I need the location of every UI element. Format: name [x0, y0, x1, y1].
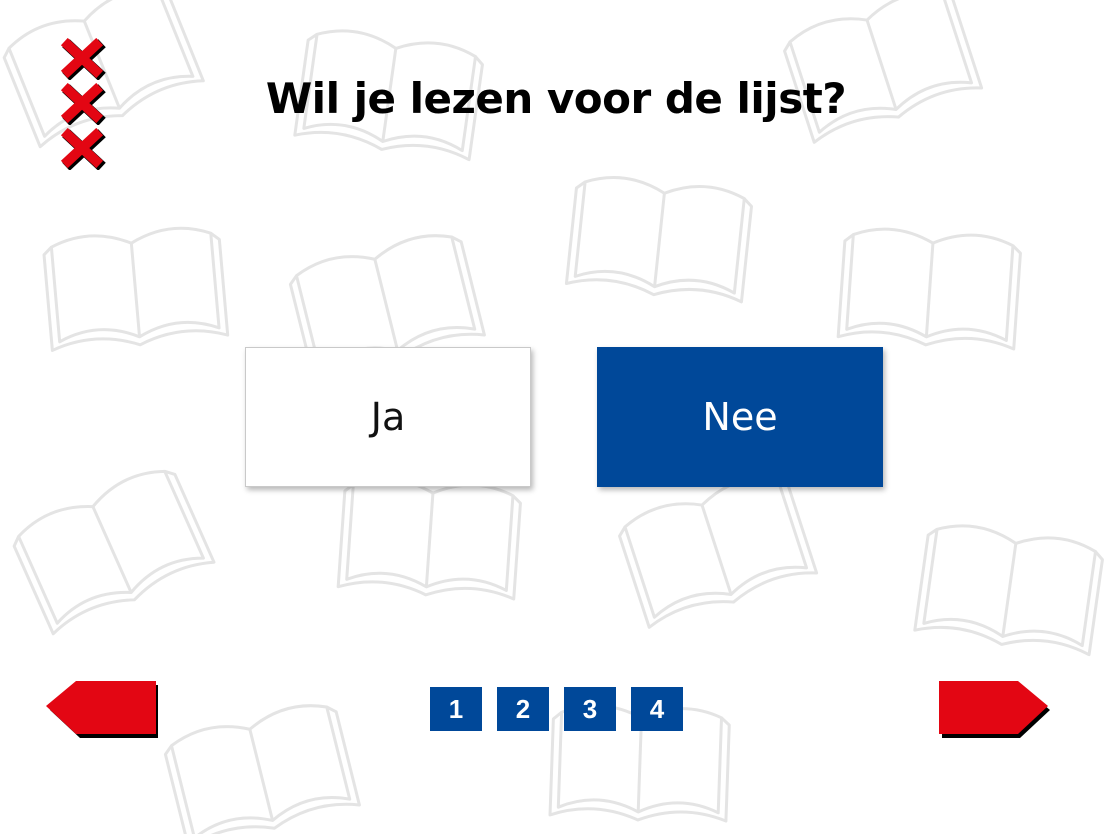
question-title: Wil je lezen voor de lijst? — [265, 74, 847, 123]
page-button-2[interactable]: 2 — [497, 687, 549, 731]
open-book-icon — [913, 518, 1106, 659]
open-book-icon — [160, 695, 362, 834]
open-book-icon — [836, 224, 1023, 353]
previous-button[interactable] — [46, 680, 160, 740]
page-button-1[interactable]: 1 — [430, 687, 482, 731]
open-book-icon — [41, 223, 230, 354]
answer-yes-label: Ja — [370, 395, 406, 439]
answer-yes-button[interactable]: Ja — [245, 347, 531, 487]
page-navigation: 1 2 3 4 — [430, 687, 683, 731]
answer-no-button[interactable]: Nee — [597, 347, 883, 487]
open-book-icon — [336, 474, 523, 603]
arrow-left-icon — [46, 681, 158, 738]
answer-no-label: Nee — [702, 395, 778, 439]
open-book-icon — [6, 459, 217, 638]
arrow-right-icon — [939, 681, 1050, 738]
page-button-4[interactable]: 4 — [631, 687, 683, 731]
open-book-icon — [564, 171, 755, 306]
page-button-3[interactable]: 3 — [564, 687, 616, 731]
next-button[interactable] — [938, 680, 1052, 740]
open-book-icon — [613, 466, 819, 631]
cross-icon — [60, 127, 106, 171]
